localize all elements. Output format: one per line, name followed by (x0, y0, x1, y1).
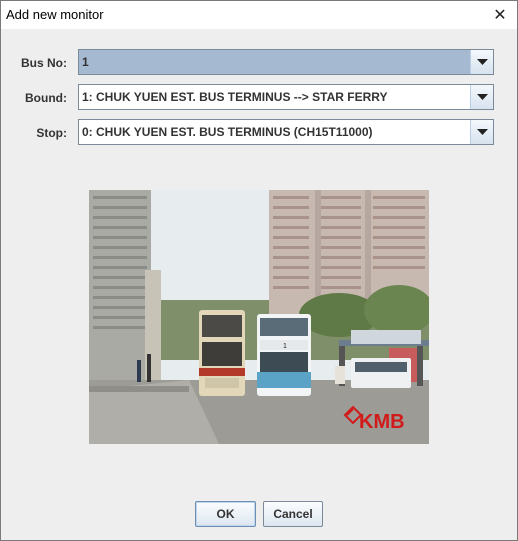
stop-dropdown-button[interactable] (470, 120, 493, 144)
bound-row: Bound: 1: CHUK YUEN EST. BUS TERMINUS --… (1, 84, 517, 112)
bound-combobox[interactable]: 1: CHUK YUEN EST. BUS TERMINUS --> STAR … (78, 84, 494, 110)
bus-front-sign: 1 (283, 343, 287, 350)
bus-terminus-photo: 1 KMB (89, 190, 429, 444)
stop-row: Stop: 0: CHUK YUEN EST. BUS TERMINUS (CH… (1, 119, 517, 147)
bound-dropdown-button[interactable] (470, 85, 493, 109)
chevron-down-icon (476, 128, 488, 135)
ok-button[interactable]: OK (195, 501, 256, 527)
bus-no-combobox[interactable]: 1 (78, 49, 494, 75)
title-bar: Add new monitor ✕ (1, 1, 517, 29)
bound-label: Bound: (25, 91, 67, 105)
bus-no-row: Bus No: 1 (1, 49, 517, 77)
bus-no-value: 1 (82, 55, 89, 69)
close-button[interactable]: ✕ (483, 1, 517, 29)
bus-no-label: Bus No: (21, 56, 67, 70)
stop-label: Stop: (36, 126, 67, 140)
kmb-logo-text: KMB (359, 411, 405, 433)
dialog-content: Bus No: 1 Bound: 1: CHUK YUEN EST. BUS T… (1, 29, 517, 540)
bound-value: 1: CHUK YUEN EST. BUS TERMINUS --> STAR … (82, 90, 388, 104)
cancel-button[interactable]: Cancel (263, 501, 323, 527)
chevron-down-icon (476, 58, 488, 65)
bus-terminus-image: 1 KMB (89, 190, 429, 444)
close-icon[interactable]: ✕ (493, 5, 506, 25)
add-monitor-dialog: Add new monitor ✕ Bus No: 1 Bound: 1: CH… (0, 0, 518, 541)
bus-no-dropdown-button[interactable] (470, 50, 493, 74)
stop-combobox[interactable]: 0: CHUK YUEN EST. BUS TERMINUS (CH15T110… (78, 119, 494, 145)
stop-value: 0: CHUK YUEN EST. BUS TERMINUS (CH15T110… (82, 125, 373, 139)
chevron-down-icon (476, 93, 488, 100)
dialog-title: Add new monitor (6, 7, 104, 22)
